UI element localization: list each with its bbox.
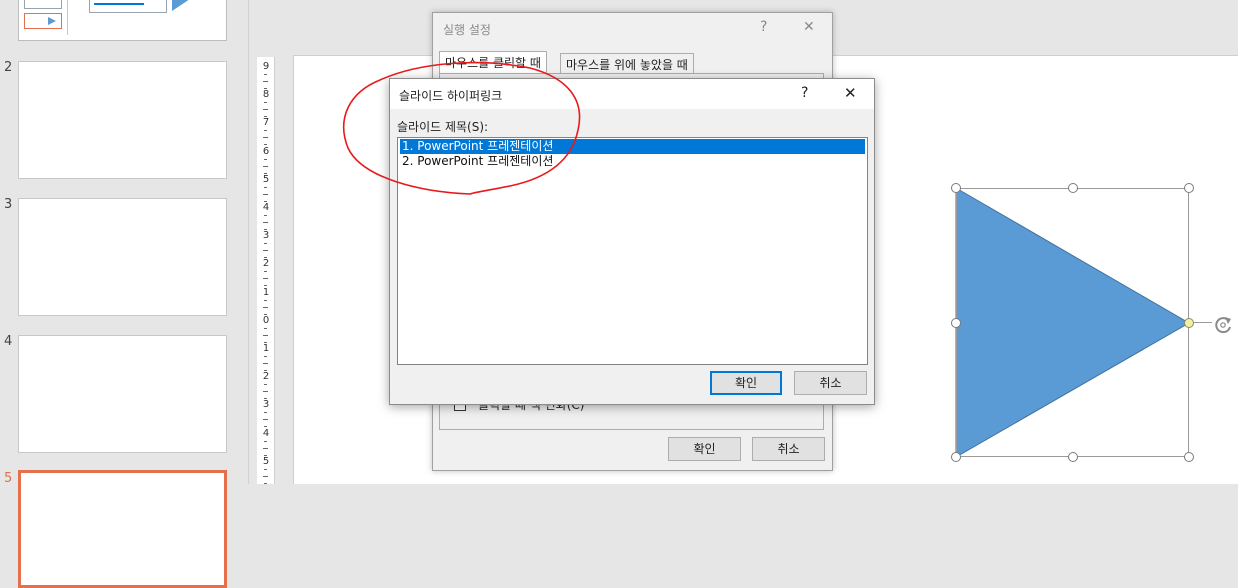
slide-thumbnail-pane: 2 3 4 5 — [0, 0, 248, 588]
slide-title-listbox[interactable]: 1. PowerPoint 프레젠테이션 2. PowerPoint 프레젠테이션 — [397, 137, 868, 365]
ok-button[interactable]: 확인 — [710, 371, 782, 395]
cancel-button[interactable]: 취소 — [752, 437, 825, 461]
dialog-titlebar[interactable]: 슬라이드 하이퍼링크 ? ✕ — [390, 79, 874, 109]
ruler-tick — [263, 391, 268, 393]
ruler-number: 3 — [262, 230, 270, 242]
tab-mouse-over[interactable]: 마우스를 위에 놓았을 때 — [560, 53, 694, 74]
dialog-title: 실행 설정 — [443, 23, 491, 37]
adjust-handle[interactable] — [1184, 318, 1194, 328]
ruler-tick — [264, 74, 267, 75]
ruler-tick — [263, 278, 268, 280]
mini-play-icon — [48, 17, 56, 25]
ruler-tick — [264, 356, 267, 357]
ruler-number: 3 — [262, 399, 270, 411]
resize-handle-bottom-right[interactable] — [1184, 452, 1194, 462]
ruler-tick — [264, 186, 267, 188]
ruler-number: 7 — [262, 117, 270, 129]
ruler-tick — [263, 109, 268, 111]
ruler-tick — [263, 447, 268, 449]
slide-thumbnail-4[interactable] — [18, 335, 227, 453]
list-item[interactable]: 1. PowerPoint 프레젠테이션 — [400, 139, 865, 154]
slide-thumbnail-3[interactable] — [18, 198, 227, 316]
resize-handle-left[interactable] — [951, 318, 961, 328]
ruler-tick — [263, 334, 268, 336]
ruler-tick — [263, 222, 268, 223]
mini-selection — [94, 3, 144, 5]
ruler-number: 6 — [262, 145, 270, 157]
help-icon[interactable]: ? — [801, 85, 808, 101]
ok-button[interactable]: 확인 — [668, 437, 741, 461]
resize-handle-top[interactable] — [1068, 183, 1078, 193]
ruler-tick — [264, 468, 267, 470]
ruler-tick — [264, 243, 267, 245]
ruler-tick — [263, 475, 268, 477]
close-icon[interactable]: ✕ — [844, 84, 857, 102]
ruler-tick — [263, 137, 268, 139]
ruler-tick — [263, 363, 268, 364]
resize-handle-top-right[interactable] — [1184, 183, 1194, 193]
list-items: 1. PowerPoint 프레젠테이션 2. PowerPoint 프레젠테이션 — [400, 139, 865, 169]
slide-number-2: 2 — [4, 60, 13, 75]
ruler-tick — [264, 271, 267, 273]
ruler-tick — [264, 215, 267, 216]
list-item[interactable]: 2. PowerPoint 프레젠테이션 — [400, 154, 865, 169]
mini-triangle-icon — [172, 0, 189, 11]
ruler-number: 2 — [262, 371, 270, 383]
pane-divider[interactable] — [248, 0, 249, 484]
ruler-tick — [264, 412, 267, 414]
ruler-number: 8 — [262, 89, 270, 101]
ruler-number: 5 — [262, 173, 270, 185]
slide-hyperlink-dialog: 슬라이드 하이퍼링크 ? ✕ 슬라이드 제목(S): 1. PowerPoint… — [389, 78, 875, 405]
slide-number-3: 3 — [4, 197, 13, 212]
ruler-number: 1 — [262, 343, 270, 354]
resize-handle-top-left[interactable] — [951, 183, 961, 193]
help-icon[interactable]: ? — [760, 19, 767, 35]
ruler-number: 2 — [262, 258, 270, 270]
ruler-tick — [264, 299, 267, 301]
ruler-tick — [264, 327, 267, 329]
ruler-number: 4 — [262, 427, 270, 439]
ruler-tick — [263, 419, 268, 421]
slide-thumbnail-2[interactable] — [18, 61, 227, 179]
resize-handle-bottom-left[interactable] — [951, 452, 961, 462]
ruler-tick — [264, 384, 267, 386]
vertical-ruler: 9 8 7 6 5 4 3 2 1 0 1 2 3 4 5 — [257, 57, 275, 484]
ruler-number: 5 — [262, 455, 270, 467]
slide-number-4: 4 — [4, 334, 13, 349]
ruler-tick — [264, 158, 267, 160]
tab-mouse-click[interactable]: 마우스를 클릭할 때 — [439, 51, 547, 73]
slide-title-label: 슬라이드 제목(S): — [397, 120, 489, 134]
ruler-number: 0 — [262, 314, 270, 326]
close-icon[interactable]: ✕ — [803, 19, 815, 35]
ruler-tick — [264, 102, 267, 104]
ruler-tick — [263, 165, 268, 167]
mini-action-button — [24, 13, 62, 29]
shape-selection-frame — [956, 188, 1189, 457]
slide-thumbnail-5-current[interactable] — [18, 470, 227, 588]
ruler-number: 1 — [262, 286, 270, 298]
dialog-title: 슬라이드 하이퍼링크 — [399, 89, 503, 103]
resize-handle-bottom[interactable] — [1068, 452, 1078, 462]
rotate-icon[interactable] — [1212, 314, 1234, 336]
ruler-number: 4 — [262, 202, 270, 213]
rotate-connector — [1194, 322, 1212, 323]
ruler-tick — [264, 440, 267, 442]
ruler-number: 9 — [262, 61, 270, 72]
ruler-tick — [263, 193, 268, 195]
ruler-tick — [263, 250, 268, 252]
ruler-tick — [264, 130, 267, 132]
ruler-tick — [263, 81, 268, 82]
mini-dialog — [89, 0, 167, 13]
slide-thumbnail-1[interactable] — [18, 0, 227, 41]
mini-box — [24, 0, 62, 9]
cancel-button[interactable]: 취소 — [794, 371, 867, 395]
ruler-tick — [263, 306, 268, 308]
mini-divider — [67, 0, 68, 35]
